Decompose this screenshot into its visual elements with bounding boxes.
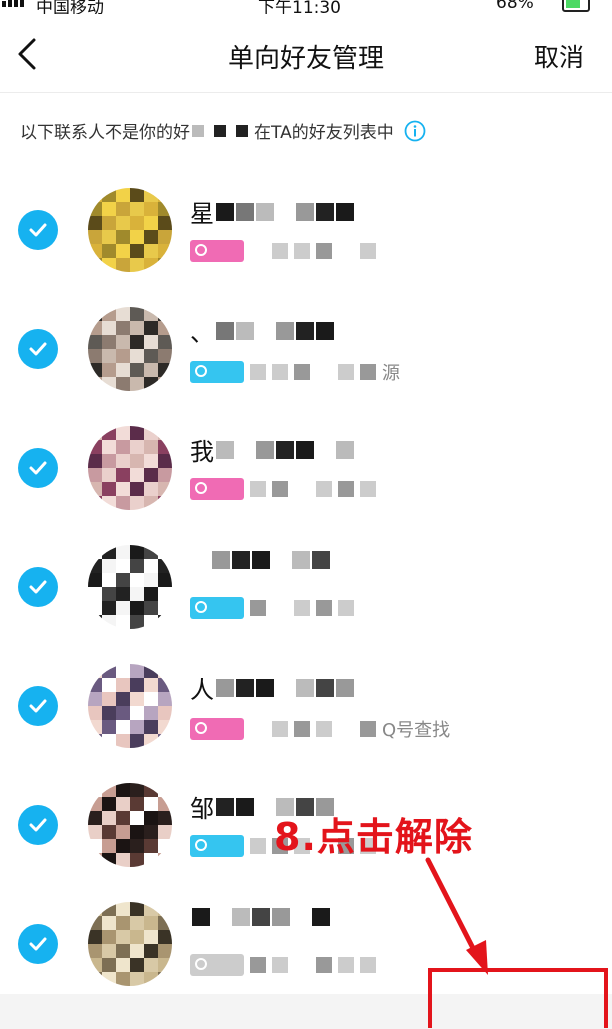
source-badge: [190, 361, 244, 383]
contact-name-prefix: 星: [190, 200, 214, 228]
contact-name-prefix: 我: [190, 438, 214, 466]
search-icon: [195, 365, 207, 377]
notice-text-start: 以下联系人不是你的好: [20, 123, 190, 143]
avatar: [88, 307, 172, 391]
search-icon: [195, 839, 207, 851]
contact-subline: [190, 597, 382, 619]
search-icon: [195, 482, 207, 494]
info-icon[interactable]: [404, 120, 426, 142]
search-icon: [195, 244, 207, 256]
contact-name-prefix: 邹: [190, 795, 214, 823]
checkbox-checked-icon[interactable]: [18, 805, 58, 845]
avatar: [88, 664, 172, 748]
battery-icon: [562, 0, 590, 12]
contact-subline: [190, 478, 382, 500]
contact-name: 星: [190, 194, 354, 229]
contact-name-prefix: 、: [190, 319, 214, 347]
signal-icon: [2, 0, 24, 7]
contact-row[interactable]: 星: [0, 168, 612, 287]
contact-name: 我: [190, 432, 354, 467]
contact-name-prefix: 人: [190, 676, 214, 704]
nav-bar: 单向好友管理 取消: [0, 22, 612, 86]
avatar: [88, 188, 172, 272]
checkbox-checked-icon[interactable]: [18, 210, 58, 250]
contact-list: 星、源我人 Q号查找邹: [0, 168, 612, 1001]
cancel-button[interactable]: 取消: [534, 38, 584, 74]
contact-subline: [190, 240, 382, 262]
source-badge: [190, 718, 244, 740]
source-badge: [190, 835, 244, 857]
contact-row[interactable]: 我: [0, 406, 612, 525]
checkbox-checked-icon[interactable]: [18, 686, 58, 726]
search-icon: [195, 601, 207, 613]
notice-text: 以下联系人不是你的好 在TA的好友列表中: [20, 118, 426, 143]
avatar: [88, 902, 172, 986]
source-badge: [190, 954, 244, 976]
contact-name: 人: [190, 670, 354, 705]
contact-subline: [190, 954, 382, 976]
contact-row[interactable]: 人 Q号查找: [0, 644, 612, 763]
checkbox-checked-icon[interactable]: [18, 448, 58, 488]
contact-subline: Q号查找: [190, 716, 450, 742]
checkbox-checked-icon[interactable]: [18, 924, 58, 964]
contact-name: [190, 908, 330, 926]
search-icon: [195, 958, 207, 970]
avatar: [88, 545, 172, 629]
status-bar: 中国移动 下午11:30 68%: [0, 0, 612, 14]
checkbox-checked-icon[interactable]: [18, 329, 58, 369]
notice-text-end: 在TA的好友列表中: [254, 123, 394, 143]
contact-name: 、: [190, 313, 354, 348]
contact-subline: 源: [190, 359, 400, 385]
source-badge: [190, 597, 244, 619]
contact-name: [190, 551, 330, 569]
search-icon: [195, 722, 207, 734]
unfriend-button-highlight[interactable]: [428, 968, 608, 1028]
redacted-text: [192, 124, 248, 137]
carrier-label: 中国移动: [36, 0, 104, 14]
source-badge: [190, 240, 244, 262]
divider: [0, 92, 612, 93]
source-badge: [190, 478, 244, 500]
annotation-label: 8.点击解除: [274, 815, 473, 859]
contact-sub-text: 源: [382, 363, 400, 384]
avatar: [88, 783, 172, 867]
contact-row[interactable]: 、源: [0, 287, 612, 406]
page-title: 单向好友管理: [227, 44, 384, 74]
checkbox-checked-icon[interactable]: [18, 567, 58, 607]
contact-sub-text: Q号查找: [382, 720, 451, 741]
avatar: [88, 426, 172, 510]
clock: 下午11:30: [258, 0, 341, 14]
battery-percent: 68%: [496, 0, 534, 13]
contact-row[interactable]: [0, 525, 612, 644]
